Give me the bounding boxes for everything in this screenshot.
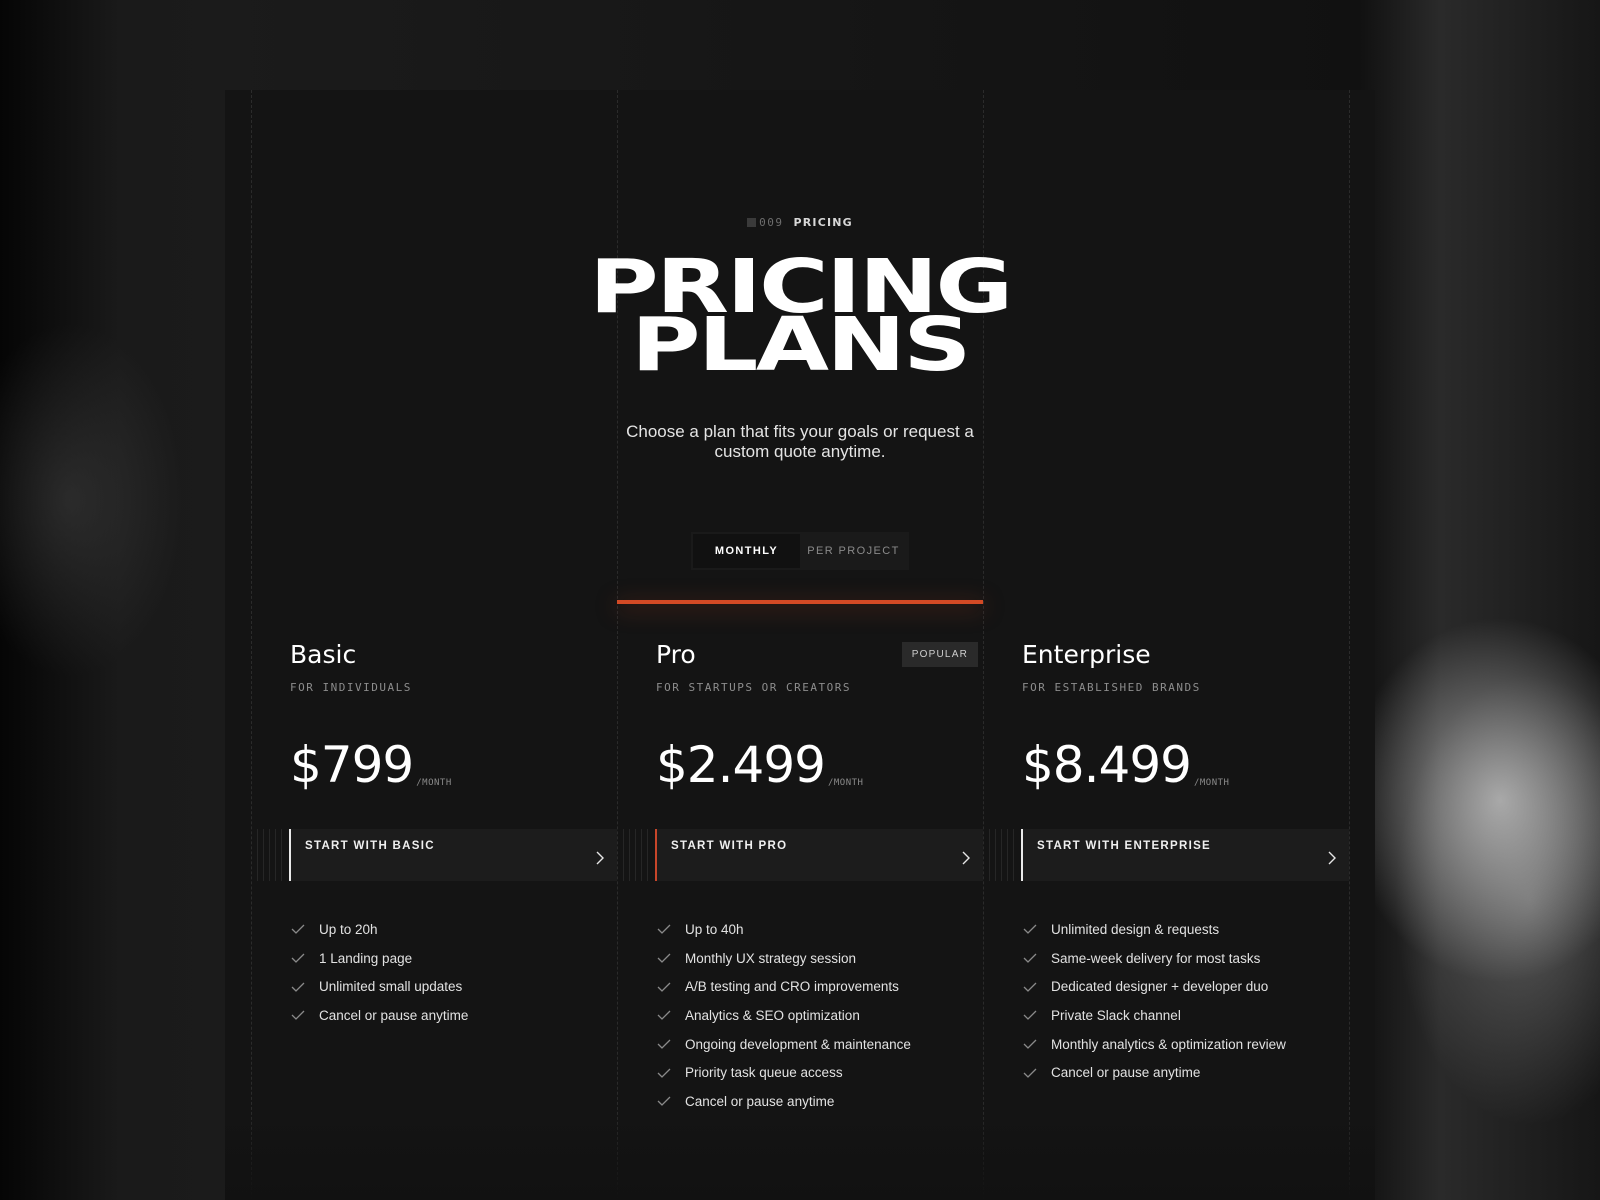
feature-text: A/B testing and CRO improvements: [685, 979, 899, 995]
feature-text: Private Slack channel: [1051, 1007, 1181, 1023]
grid-divider: [251, 90, 252, 1200]
start-basic-button[interactable]: START WITH BASIC: [257, 829, 617, 881]
feature-text: Priority task queue access: [685, 1065, 843, 1081]
plan-card-basic: Basic FOR INDIVIDUALS $799 /MONTH: [290, 640, 635, 792]
feature-text: Cancel or pause anytime: [685, 1093, 835, 1109]
decorative-ticks: [257, 829, 285, 881]
page-title: PRICING PLANS: [225, 250, 1375, 388]
plan-card-pro: Pro POPULAR FOR STARTUPS OR CREATORS $2.…: [656, 640, 1001, 792]
feature-item: Up to 20h: [291, 915, 468, 944]
check-icon: [657, 953, 671, 963]
feature-item: Same-week delivery for most tasks: [1023, 944, 1286, 973]
check-icon: [291, 982, 305, 992]
decorative-ticks: [989, 829, 1017, 881]
cta-label: START WITH PRO: [671, 840, 788, 852]
feature-item: Up to 40h: [657, 915, 911, 944]
section-label: PRICING: [793, 216, 853, 229]
feature-item: Unlimited design & requests: [1023, 915, 1286, 944]
plan-period: /MONTH: [827, 778, 864, 788]
feature-item: Priority task queue access: [657, 1058, 911, 1087]
check-icon: [1023, 924, 1037, 935]
feature-text: Same-week delivery for most tasks: [1051, 950, 1261, 966]
chevron-right-icon: [962, 851, 970, 865]
feature-text: Unlimited small updates: [319, 979, 463, 995]
feature-text: Monthly analytics & optimization review: [1051, 1036, 1286, 1052]
check-icon: [1023, 1039, 1037, 1050]
feature-item: Private Slack channel: [1023, 1001, 1286, 1030]
feature-text: Dedicated designer + developer duo: [1051, 979, 1269, 995]
check-icon: [291, 924, 305, 935]
feature-item: Cancel or pause anytime: [291, 1001, 468, 1030]
feature-text: Up to 40h: [685, 921, 744, 937]
title-line-2: PLANS: [631, 302, 971, 388]
feature-text: 1 Landing page: [319, 950, 413, 966]
check-icon: [657, 924, 671, 935]
plan-period: /MONTH: [416, 778, 452, 788]
start-pro-button[interactable]: START WITH PRO: [623, 829, 983, 881]
billing-toggle: MONTHLY PER PROJECT: [691, 532, 909, 570]
check-icon: [291, 1010, 305, 1021]
feature-list-pro: Up to 40h Monthly UX strategy session A/B …: [657, 915, 911, 1116]
toggle-per-project[interactable]: PER PROJECT: [800, 534, 907, 568]
feature-list-basic: Up to 20h 1 Landing page Unlimited small u…: [291, 915, 468, 1030]
cta-accent-bar: [1021, 829, 1023, 881]
plan-price: $2.499: [656, 736, 826, 794]
page-subtitle: Choose a plan that fits your goals or re…: [626, 422, 974, 461]
feature-item: Cancel or pause anytime: [657, 1087, 911, 1116]
plan-price: $799: [290, 736, 414, 794]
section-eyebrow: 009 PRICING: [225, 216, 1375, 229]
check-icon: [1023, 982, 1037, 992]
feature-text: Ongoing development & maintenance: [685, 1036, 911, 1052]
cta-label: START WITH ENTERPRISE: [1037, 840, 1212, 852]
plan-price: $8.499: [1022, 736, 1192, 794]
check-icon: [291, 953, 305, 963]
check-icon: [657, 982, 671, 992]
feature-item: Monthly analytics & optimization review: [1023, 1030, 1286, 1059]
plan-period: /MONTH: [1193, 778, 1230, 788]
check-icon: [657, 1068, 671, 1078]
feature-item: Cancel or pause anytime: [1023, 1058, 1286, 1087]
cta-accent-bar: [289, 829, 291, 881]
feature-item: Unlimited small updates: [291, 972, 468, 1001]
toggle-monthly[interactable]: MONTHLY: [693, 534, 800, 568]
plan-audience: FOR ESTABLISHED BRANDS: [1022, 681, 1201, 694]
feature-item: Monthly UX strategy session: [657, 944, 911, 973]
feature-text: Cancel or pause anytime: [319, 1007, 469, 1023]
check-icon: [1023, 1010, 1037, 1021]
square-icon: [747, 218, 757, 227]
feature-item: Ongoing development & maintenance: [657, 1030, 911, 1059]
popular-badge: POPULAR: [901, 642, 978, 667]
feature-item: 1 Landing page: [291, 944, 468, 973]
feature-text: Unlimited design & requests: [1051, 921, 1220, 937]
feature-item: Dedicated designer + developer duo: [1023, 972, 1286, 1001]
check-icon: [657, 1010, 671, 1021]
feature-text: Analytics & SEO optimization: [685, 1007, 860, 1023]
popular-plan-accent-bar: [617, 600, 983, 604]
feature-text: Cancel or pause anytime: [1051, 1065, 1201, 1081]
check-icon: [1023, 953, 1037, 963]
feature-text: Up to 20h: [319, 921, 378, 937]
section-number: 009: [759, 216, 784, 229]
plan-audience: FOR STARTUPS OR CREATORS: [656, 681, 851, 694]
plan-name: Enterprise: [1022, 640, 1151, 669]
check-icon: [657, 1039, 671, 1050]
feature-text: Monthly UX strategy session: [685, 950, 857, 966]
feature-list-enterprise: Unlimited design & requests Same-week del…: [1023, 915, 1286, 1087]
chevron-right-icon: [1328, 851, 1336, 865]
plan-audience: FOR INDIVIDUALS: [290, 681, 412, 694]
feature-item: Analytics & SEO optimization: [657, 1001, 911, 1030]
decorative-ticks: [623, 829, 651, 881]
start-enterprise-button[interactable]: START WITH ENTERPRISE: [989, 829, 1349, 881]
plan-name: Basic: [290, 640, 357, 669]
check-icon: [1023, 1068, 1037, 1078]
chevron-right-icon: [596, 851, 604, 865]
plan-card-enterprise: Enterprise FOR ESTABLISHED BRANDS $8.499…: [1022, 640, 1367, 792]
feature-item: A/B testing and CRO improvements: [657, 972, 911, 1001]
check-icon: [657, 1097, 671, 1107]
cta-accent-bar: [655, 829, 657, 881]
cta-label: START WITH BASIC: [305, 840, 435, 852]
